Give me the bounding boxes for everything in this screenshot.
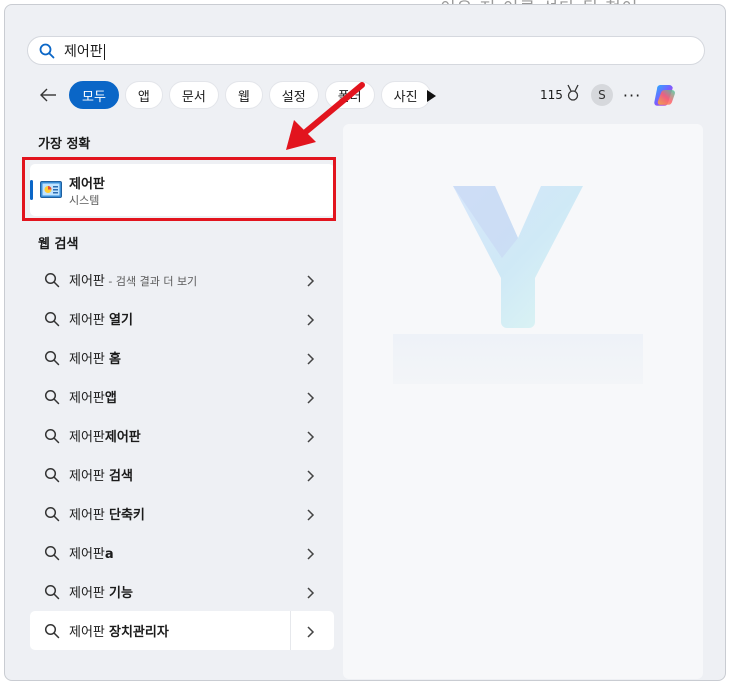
- web-result-label: 제어판 - 검색 결과 더 보기: [69, 274, 198, 289]
- web-result-label: 제어판 단축키: [69, 508, 145, 523]
- web-result-item[interactable]: 제어판 - 검색 결과 더 보기: [30, 260, 334, 299]
- web-result-item[interactable]: 제어판 장치관리자: [30, 611, 334, 650]
- search-icon: [44, 350, 60, 366]
- web-result-label: 제어판 기능: [69, 586, 133, 601]
- web-result-label: 제어판 열기: [69, 313, 133, 328]
- chevron-right-icon: [304, 546, 316, 560]
- medal-icon: [565, 84, 581, 106]
- web-result-item[interactable]: 제어판 홈: [30, 338, 334, 377]
- web-result-item[interactable]: 제어판a: [30, 533, 334, 572]
- chevron-right-icon: [304, 507, 316, 521]
- preview-pane: [343, 124, 703, 679]
- chevron-right-icon[interactable]: [304, 624, 316, 638]
- search-icon: [44, 389, 60, 405]
- back-button[interactable]: [36, 84, 60, 108]
- play-icon: [426, 87, 436, 106]
- web-search-heading: 웹 검색: [38, 237, 79, 252]
- search-icon: [44, 623, 60, 639]
- chevron-right-icon: [304, 273, 316, 287]
- filter-web[interactable]: 웹: [224, 81, 263, 109]
- search-icon: [44, 584, 60, 600]
- web-result-label: 제어판 홈: [69, 352, 121, 367]
- header-tools: 115 S ···: [540, 82, 679, 108]
- web-result-item[interactable]: 제어판 단축키: [30, 494, 334, 533]
- web-result-item[interactable]: 제어판제어판: [30, 416, 334, 455]
- chevron-right-icon: [304, 312, 316, 326]
- chevron-right-icon: [304, 468, 316, 482]
- search-icon: [44, 272, 60, 288]
- best-match-heading: 가장 정확: [38, 137, 91, 152]
- search-icon: [38, 42, 56, 60]
- annotation-highlight-box: [22, 157, 336, 221]
- filter-bar: 모두 앱 문서 웹 설정 폴더 사진: [69, 81, 431, 109]
- filter-documents[interactable]: 문서: [168, 81, 219, 109]
- row-divider: [290, 611, 291, 650]
- search-input[interactable]: 제어판: [64, 41, 105, 61]
- web-result-label: 제어판제어판: [69, 430, 141, 445]
- web-result-label: 제어판 장치관리자: [69, 625, 169, 640]
- web-result-label: 제어판 검색: [69, 469, 133, 484]
- search-icon: [44, 506, 60, 522]
- avatar[interactable]: S: [590, 84, 613, 106]
- filter-apps[interactable]: 앱: [124, 81, 163, 109]
- arrow-left-icon: [39, 87, 57, 106]
- web-result-item[interactable]: 제어판 기능: [30, 572, 334, 611]
- search-icon: [44, 428, 60, 444]
- filter-all[interactable]: 모두: [69, 81, 119, 109]
- chevron-right-icon: [304, 390, 316, 404]
- more-options-button[interactable]: ···: [623, 86, 641, 105]
- web-result-label: 제어판앱: [69, 391, 117, 406]
- web-result-item[interactable]: 제어판 검색: [30, 455, 334, 494]
- web-results-list: 제어판 - 검색 결과 더 보기 제어판 열기 제어판 홈 제어판앱 제어판제어…: [30, 260, 334, 650]
- web-result-label: 제어판a: [69, 547, 114, 562]
- copilot-icon[interactable]: [651, 81, 679, 109]
- preview-logo-image: [393, 174, 643, 384]
- search-icon: [44, 467, 60, 483]
- rewards-points[interactable]: 115: [540, 88, 563, 102]
- chevron-right-icon: [304, 429, 316, 443]
- chevron-right-icon: [304, 351, 316, 365]
- more-filters-button[interactable]: [421, 86, 441, 106]
- search-icon: [44, 545, 60, 561]
- web-result-item[interactable]: 제어판앱: [30, 377, 334, 416]
- web-result-item[interactable]: 제어판 열기: [30, 299, 334, 338]
- search-box[interactable]: 제어판: [27, 36, 705, 65]
- chevron-right-icon: [304, 585, 316, 599]
- search-icon: [44, 311, 60, 327]
